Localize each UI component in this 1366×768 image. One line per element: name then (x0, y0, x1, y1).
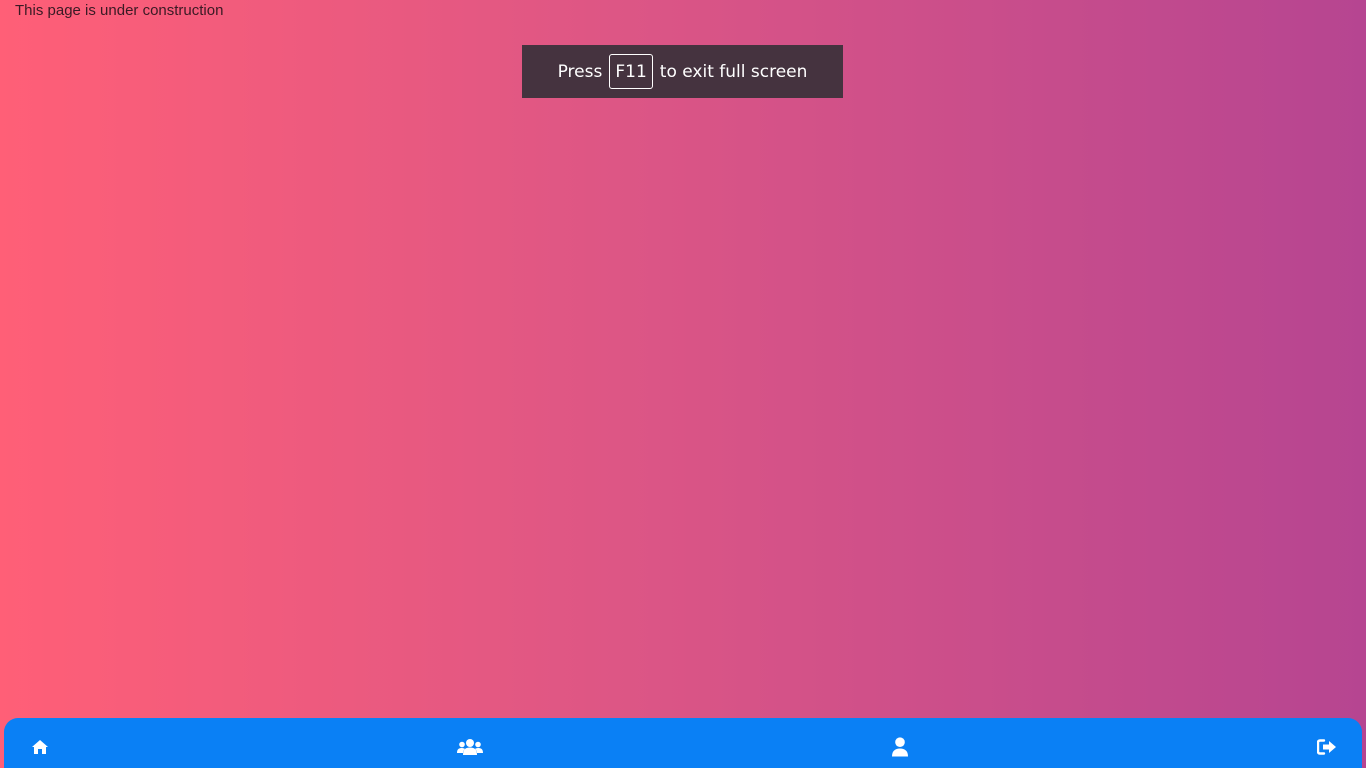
f11-key-label: F11 (609, 54, 653, 89)
toast-press-label: Press (557, 61, 603, 82)
fullscreen-exit-toast: Press F11 to exit full screen (522, 45, 843, 98)
toast-suffix-label: to exit full screen (659, 61, 808, 82)
nav-groups-button[interactable] (457, 735, 483, 759)
sign-out-icon (1317, 739, 1337, 755)
bottom-navigation-bar (4, 718, 1362, 768)
under-construction-text: This page is under construction (15, 2, 224, 19)
nav-home-button[interactable] (27, 735, 53, 759)
users-icon (457, 738, 483, 756)
nav-profile-button[interactable] (887, 735, 913, 759)
home-icon (31, 739, 49, 755)
nav-logout-button[interactable] (1314, 735, 1340, 759)
user-icon (891, 737, 909, 757)
